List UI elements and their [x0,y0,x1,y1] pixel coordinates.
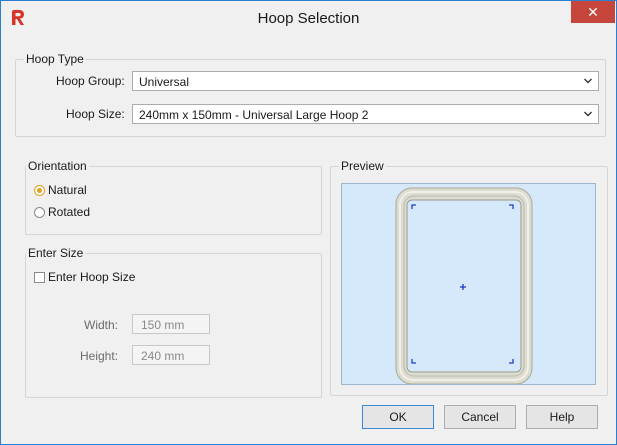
width-field[interactable]: 150 mm [132,314,210,334]
hoop-selection-dialog: Hoop Selection ✕ Hoop Type Hoop Group: U… [0,0,617,445]
enter-hoop-size-label: Enter Hoop Size [48,270,136,284]
window-title: Hoop Selection [257,10,360,27]
orientation-rotated-label: Rotated [48,205,91,219]
hoop-type-legend: Hoop Type [24,52,86,66]
title-bar[interactable]: Hoop Selection ✕ [1,1,616,35]
orientation-natural-radio[interactable]: Natural [34,183,87,197]
height-label: Height: [80,349,119,363]
chevron-down-icon [584,78,592,84]
orientation-natural-label: Natural [48,183,87,197]
orientation-legend: Orientation [26,159,89,173]
width-label: Width: [84,318,119,332]
preview-group: Preview [330,159,608,396]
close-button[interactable]: ✕ [571,1,615,23]
close-icon: ✕ [587,4,599,20]
dialog-body: Hoop Type Hoop Group: Universal Hoop Siz… [9,35,608,436]
hoop-outline-graphic [395,187,533,384]
hoop-size-value: 240mm x 150mm - Universal Large Hoop 2 [139,108,369,122]
radio-selected-icon [34,184,45,196]
preview-legend: Preview [339,159,386,173]
hoop-preview [341,183,596,385]
enter-size-legend: Enter Size [26,246,86,260]
hoop-type-group: Hoop Type Hoop Group: Universal Hoop Siz… [15,52,606,137]
hoop-size-label: Hoop Size: [66,107,125,121]
orientation-rotated-radio[interactable]: Rotated [34,205,90,219]
orientation-group: Orientation Natural Rotated [25,159,322,235]
height-field[interactable]: 240 mm [132,345,210,365]
checkbox-unchecked-icon [34,271,45,283]
enter-size-group: Enter Size Enter Hoop Size Width: 150 mm… [25,246,322,398]
hoop-group-select[interactable]: Universal [132,71,599,91]
hoop-size-select[interactable]: 240mm x 150mm - Universal Large Hoop 2 [132,104,599,124]
help-button[interactable]: Help [526,405,598,429]
radio-unselected-icon [34,206,45,218]
cancel-button[interactable]: Cancel [444,405,516,429]
chevron-down-icon [584,111,592,117]
hoop-group-label: Hoop Group: [56,74,125,88]
ok-button[interactable]: OK [362,405,434,429]
hoop-group-value: Universal [139,75,190,89]
enter-hoop-size-checkbox[interactable]: Enter Hoop Size [34,270,135,284]
